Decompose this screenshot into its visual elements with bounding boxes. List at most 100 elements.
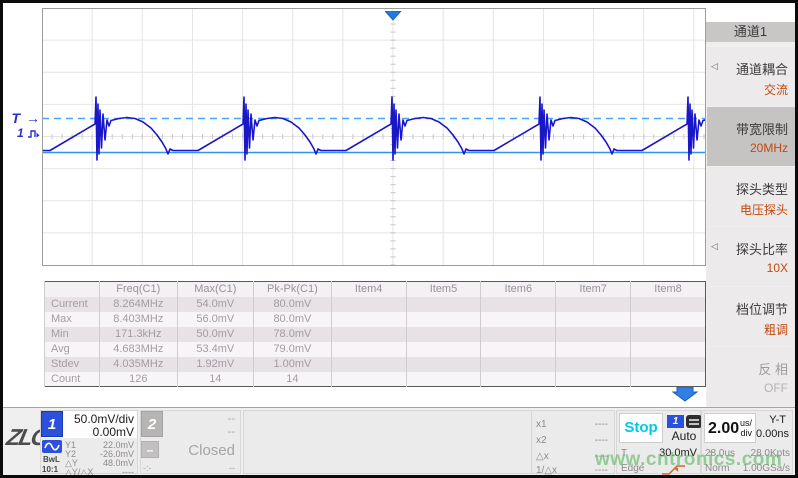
spare-panel <box>243 410 532 474</box>
menu-item-label: 档位调节 <box>736 299 788 318</box>
menu-item-2[interactable]: 带宽限制 20MHz <box>707 107 795 166</box>
sidebar-title: 通道1 <box>706 22 795 42</box>
table-cell: 14 <box>177 372 254 387</box>
table-cell: 1.00mV <box>254 357 332 372</box>
battery-icon <box>686 415 702 428</box>
table-header-Item5: Item5 <box>406 282 481 297</box>
table-cell: 126 <box>100 372 178 387</box>
waveform-plot[interactable] <box>42 8 706 266</box>
trigger-mode[interactable]: Auto <box>665 429 703 443</box>
ch2-row1: -- <box>228 413 235 425</box>
table-header-Item8: Item8 <box>631 282 706 297</box>
ch1-vdiv: 50.0mV/div <box>74 412 134 426</box>
table-cell <box>481 342 556 357</box>
table-header-Pk-Pk(C1): Pk-Pk(C1) <box>254 282 332 297</box>
table-cell <box>481 372 556 387</box>
table-cell <box>406 357 481 372</box>
display-mode: Y-T <box>769 414 786 426</box>
row-label: Avg <box>45 342 100 357</box>
menu-item-label: 探头类型 <box>736 179 788 198</box>
readout-label: △x <box>536 451 549 462</box>
ground-step-icon <box>27 128 41 139</box>
menu-item-label: 通道耦合 <box>736 59 788 78</box>
x-cursor-panel: x1----x2----△x----1/△x---- <box>531 410 615 474</box>
table-cell: 4.035MHz <box>100 357 178 372</box>
channel2-panel[interactable]: 2 -- -- – Closed -:- -- <box>140 410 241 474</box>
table-row-current: Current8.264MHz54.0mV80.0mV <box>45 297 706 312</box>
menu-item-label: 带宽限制 <box>736 119 788 138</box>
table-cell <box>556 312 631 327</box>
table-cell <box>406 342 481 357</box>
trigger-source-badge[interactable]: 1 <box>667 415 684 428</box>
table-cell <box>406 297 481 312</box>
row-label: Max <box>45 312 100 327</box>
table-cell <box>331 312 406 327</box>
table-row-max: Max8.403MHz56.0mV80.0mV <box>45 312 706 327</box>
timebase-scale: 2.00 <box>708 420 739 438</box>
channel-menu-sidebar: 通道1 ◁通道耦合交流带宽限制20MHz探头类型电压探头◁探头比率10X档位调节… <box>706 3 795 407</box>
run-state-label: Stop <box>620 414 662 442</box>
ch2-value: -- <box>229 463 235 473</box>
ch1-bwl-label: BwL <box>43 455 60 464</box>
row-label: Count <box>45 372 100 387</box>
table-scroll-down-icon[interactable] <box>672 387 698 407</box>
readout-value: ---- <box>595 451 608 462</box>
trigger-panel: Stop 1 Auto T 30.0mV Edge <box>616 410 701 474</box>
readout-label: 1/△x <box>536 465 557 476</box>
channel1-level-marker[interactable]: 1 <box>13 126 41 140</box>
table-cell <box>481 312 556 327</box>
table-header-label <box>45 282 100 297</box>
table-cell: 8.264MHz <box>100 297 178 312</box>
table-cell <box>631 297 706 312</box>
ch2-time: -:- <box>143 463 152 473</box>
trigger-level-marker[interactable]: T → <box>9 110 41 126</box>
ch1-badge[interactable]: 1 <box>41 411 63 437</box>
trigger-position-marker[interactable] <box>385 8 402 18</box>
table-cell: 80.0mV <box>254 297 332 312</box>
sidebar-items: ◁通道耦合交流带宽限制20MHz探头类型电压探头◁探头比率10X档位调节粗调反 … <box>706 42 795 407</box>
channel1-panel[interactable]: 1 50.0mV/div 0.00mV BwL 10:1 Y122.0mVY2-… <box>40 410 138 474</box>
table-cell <box>331 342 406 357</box>
menu-item-3[interactable]: 探头类型电压探头 <box>707 167 795 226</box>
table-cell <box>631 312 706 327</box>
menu-item-value: 电压探头 <box>740 201 788 218</box>
sample-rate: 1.00GSa/s <box>743 463 790 474</box>
table-row-avg: Avg4.683MHz53.4mV79.0mV <box>45 342 706 357</box>
timebase-panel: 2.00 us/ div Y-T 0.00ns 28.0us 28.0Kpts … <box>701 410 793 474</box>
ch2-badge[interactable]: 2 <box>141 411 163 437</box>
table-row-count: Count1261414 <box>45 372 706 387</box>
menu-item-1[interactable]: ◁通道耦合交流 <box>707 47 795 106</box>
table-cell: 80.0mV <box>254 312 332 327</box>
measurement-table: Freq(C1)Max(C1)Pk-Pk(C1)Item4Item5Item6I… <box>44 281 706 387</box>
ac-coupling-icon <box>42 440 62 453</box>
table-cell <box>331 297 406 312</box>
table-cell <box>631 327 706 342</box>
table-cell: 50.0mV <box>177 327 254 342</box>
timebase-unit-top: us/ <box>740 418 752 428</box>
table-row-stdev: Stdev4.035MHz1.92mV1.00mV <box>45 357 706 372</box>
ch2-status: Closed <box>188 442 235 459</box>
ch1-offset: 0.00mV <box>93 425 134 439</box>
timebase-button[interactable]: 2.00 us/ div <box>704 413 756 443</box>
table-cell <box>556 372 631 387</box>
menu-item-4[interactable]: ◁探头比率10X <box>707 227 795 286</box>
run-state-button[interactable]: Stop <box>619 413 663 443</box>
table-cell <box>481 357 556 372</box>
menu-item-6[interactable]: 反 相OFF <box>707 347 795 406</box>
menu-item-value: 20MHz <box>750 141 788 155</box>
menu-item-value: OFF <box>764 381 788 395</box>
readout-value: ---- <box>595 435 608 446</box>
readout-value: ---- <box>595 419 608 430</box>
table-cell <box>631 372 706 387</box>
menu-item-5[interactable]: 档位调节粗调 <box>707 287 795 346</box>
table-header-Item7: Item7 <box>556 282 631 297</box>
row-label: Stdev <box>45 357 100 372</box>
acq-mode: Norm <box>705 463 729 474</box>
menu-item-label: 探头比率 <box>736 239 788 258</box>
table-cell: 78.0mV <box>254 327 332 342</box>
ch2-dash-badge: – <box>141 441 159 458</box>
readout-value: ---- <box>595 465 608 476</box>
table-cell <box>556 357 631 372</box>
ch2-row2: -- <box>228 426 235 438</box>
ch1-probe-label: 10:1 <box>42 465 58 474</box>
